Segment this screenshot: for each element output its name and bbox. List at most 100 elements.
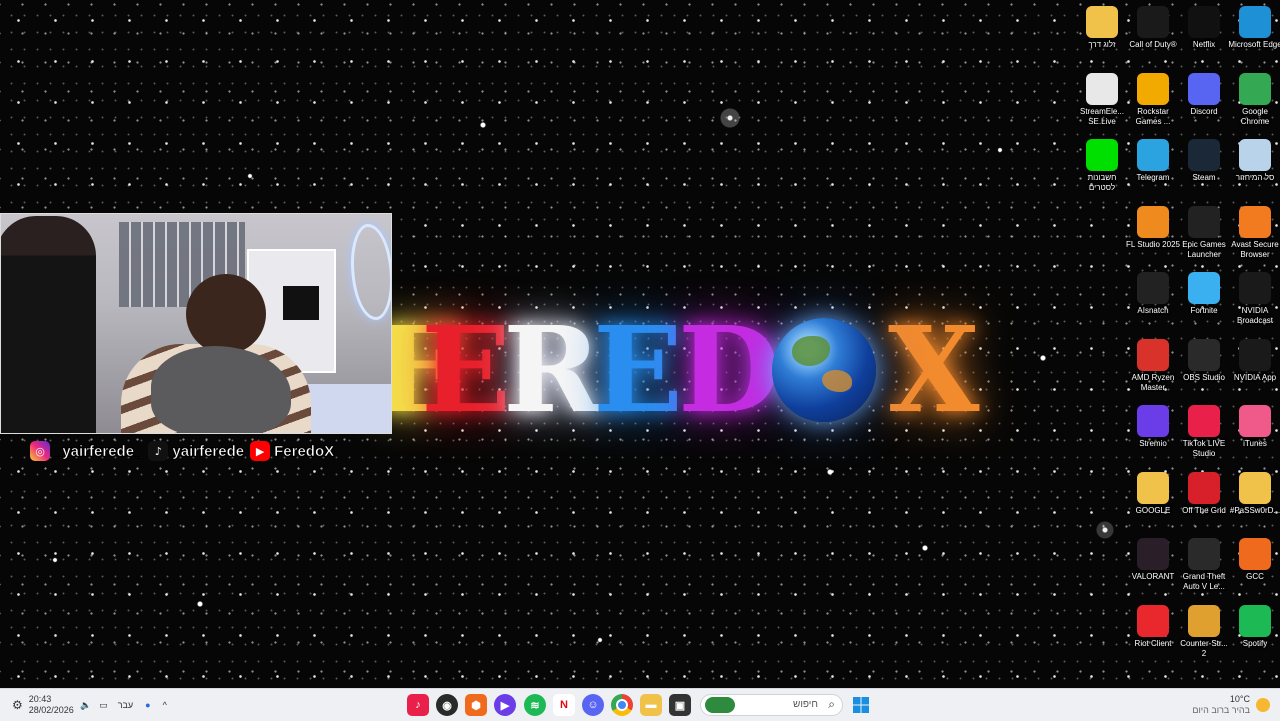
discord-taskbar-button[interactable]: ☺ xyxy=(582,694,604,716)
desktop-icon-label: Epic Games Launcher xyxy=(1182,240,1226,259)
logo-letter-e2: E xyxy=(593,300,683,439)
fl-studio-icon xyxy=(1137,206,1169,238)
desktop-icon-itunes[interactable]: iTunes xyxy=(1228,405,1280,449)
obs-taskbar-button[interactable]: ◉ xyxy=(436,694,458,716)
desktop-icon-fortnite[interactable]: Fortnite xyxy=(1177,272,1231,316)
search-icon: ⌕ xyxy=(828,697,835,711)
desktop-icon-folder[interactable]: זלוג דרך xyxy=(1075,6,1129,50)
off-the-grid-icon xyxy=(1188,472,1220,504)
desktop-icon-gta[interactable]: Grand Theft Auto V Le... xyxy=(1177,538,1231,592)
desktop-icon-obs[interactable]: OBS Studio xyxy=(1177,339,1231,383)
file-explorer-taskbar-button[interactable]: ▬ xyxy=(640,694,662,716)
volume-icon[interactable]: 🔈 xyxy=(80,700,91,711)
streamelements-icon xyxy=(1086,73,1118,105)
desktop-icon-fl-studio[interactable]: FL Studio 2025 xyxy=(1126,206,1180,250)
desktop-icon-label: Microsoft Edge xyxy=(1228,40,1280,49)
chrome-icon xyxy=(1239,73,1271,105)
desktop-icon-label: Call of Duty® xyxy=(1129,40,1177,49)
network-icon[interactable]: ▭ xyxy=(99,700,108,711)
desktop-icon-label: iTunes xyxy=(1243,439,1267,448)
desktop-icon-discord[interactable]: Discord xyxy=(1177,73,1231,117)
desktop-icon-label: NVIDIA Broadcast xyxy=(1236,306,1274,325)
desktop-icon-chrome[interactable]: Google Chrome xyxy=(1228,73,1280,127)
microphone-icon[interactable]: ● xyxy=(145,700,150,710)
desktop-icon-streamelements[interactable]: StreamEle... SE.Live xyxy=(1075,73,1129,127)
desktop-icon-green-file[interactable]: חשבונות לסטרים xyxy=(1075,139,1129,193)
chevron-up-icon[interactable]: ^ xyxy=(163,700,167,710)
clock-area[interactable]: ⚙ 20:43 28/02/2026 xyxy=(12,689,74,721)
valorant-icon xyxy=(1137,538,1169,570)
youtube-icon: ▶ xyxy=(250,441,271,461)
taskbar-search-box[interactable]: חיפוש ⌕ xyxy=(700,694,843,716)
settings-icon[interactable]: ⚙ xyxy=(12,698,23,712)
folder-icon xyxy=(1137,472,1169,504)
desktop-icon-nvidia-broadcast[interactable]: NVIDIA Broadcast xyxy=(1228,272,1280,326)
tiktok-handle: yairferede xyxy=(172,442,245,460)
desktop-icon-label: Counter-Str... 2 xyxy=(1180,639,1228,658)
tiktok-icon: ♪ xyxy=(148,441,169,461)
desktop-icon-nvidia[interactable]: NVIDIA App xyxy=(1228,339,1280,383)
tiktok-live-taskbar-button[interactable]: ♪ xyxy=(407,694,429,716)
avast-icon xyxy=(1239,206,1271,238)
desktop-icon-stremio[interactable]: Stremio xyxy=(1126,405,1180,449)
desktop-icon-label: Avast Secure Browser xyxy=(1231,240,1279,259)
desktop-icon-edge[interactable]: Microsoft Edge xyxy=(1228,6,1280,50)
desktop-icon-aisnatch[interactable]: AIsnatch xyxy=(1126,272,1180,316)
desktop-icon-label: VALORANT xyxy=(1131,572,1175,581)
itunes-icon xyxy=(1239,405,1271,437)
gcc-taskbar-button[interactable]: ⬢ xyxy=(465,694,487,716)
spotify-taskbar-button[interactable]: ≋ xyxy=(524,694,546,716)
desktop-icon-rockstar[interactable]: Rockstar Games ... xyxy=(1126,73,1180,127)
desktop-icon-label: NVIDIA App xyxy=(1233,373,1277,382)
weather-widget[interactable]: 10°C בהיר ברוב היום xyxy=(1192,689,1270,721)
desktop-icon-label: Rockstar Games ... xyxy=(1135,107,1171,126)
riot-icon xyxy=(1137,605,1169,637)
start-button[interactable] xyxy=(850,694,872,716)
netflix-taskbar-button[interactable]: N xyxy=(553,694,575,716)
language-indicator[interactable]: עבר xyxy=(118,700,133,710)
webcam-overlay xyxy=(0,213,392,434)
desktop-icon-label: Discord xyxy=(1190,107,1218,116)
desktop-icon-riot[interactable]: Riot Client xyxy=(1126,605,1180,649)
search-placeholder: חיפוש xyxy=(793,699,818,710)
desktop-icon-label: GOOGLE xyxy=(1135,506,1171,515)
stremio-taskbar-button[interactable]: ▶ xyxy=(494,694,516,716)
search-illustration-icon xyxy=(705,697,735,713)
desktop-icon-gcc[interactable]: GCC xyxy=(1228,538,1280,582)
desktop-icon-label: Spotify xyxy=(1242,639,1268,648)
desktop-icon-valorant[interactable]: VALORANT xyxy=(1126,538,1180,582)
task-view-taskbar-button[interactable]: ▣ xyxy=(669,694,691,716)
obs-icon xyxy=(1188,339,1220,371)
feredox-wallpaper-logo: F E R E D X xyxy=(375,300,993,440)
desktop-icon-off-the-grid[interactable]: Off The Grid xyxy=(1177,472,1231,516)
rockstar-icon xyxy=(1137,73,1169,105)
gta-icon xyxy=(1188,538,1220,570)
chrome-taskbar-button[interactable] xyxy=(611,694,633,716)
tiktok-live-icon xyxy=(1188,405,1220,437)
earth-globe-icon xyxy=(772,318,876,422)
desktop-icon-folder[interactable]: #PaSSw0rD... xyxy=(1228,472,1280,516)
desktop-icon-amd[interactable]: AMD Ryzen Master xyxy=(1126,339,1180,393)
desktop-icon-call-of-duty[interactable]: Call of Duty® xyxy=(1126,6,1180,50)
desktop-icon-counter-strike[interactable]: Counter-Str... 2 xyxy=(1177,605,1231,659)
desktop-icon-epic-games[interactable]: Epic Games Launcher xyxy=(1177,206,1231,260)
desktop[interactable]: F E R E D X ◎ _yairferede_ ♪ yairferede … xyxy=(0,0,1280,688)
windows-logo-icon xyxy=(853,697,869,713)
desktop-icon-spotify[interactable]: Spotify xyxy=(1228,605,1280,649)
desktop-icon-label: AIsnatch xyxy=(1137,306,1169,315)
netflix-icon xyxy=(1188,6,1220,38)
desktop-icon-telegram[interactable]: Telegram xyxy=(1126,139,1180,183)
desktop-icon-tiktok-live[interactable]: TikTok LIVE Studio xyxy=(1177,405,1231,459)
logo-letter-e1: E xyxy=(421,300,511,439)
desktop-icon-label: Google Chrome xyxy=(1240,107,1270,126)
nvidia-broadcast-icon xyxy=(1239,272,1271,304)
logo-letter-r: R xyxy=(503,300,602,439)
desktop-icon-label: GCC xyxy=(1246,572,1264,581)
call-of-duty-icon xyxy=(1137,6,1169,38)
desktop-icon-avast[interactable]: Avast Secure Browser xyxy=(1228,206,1280,260)
desktop-icon-folder[interactable]: GOOGLE xyxy=(1126,472,1180,516)
desktop-icon-recycle-bin[interactable]: סל המיחזור xyxy=(1228,139,1280,183)
aisnatch-icon xyxy=(1137,272,1169,304)
desktop-icon-steam[interactable]: Steam xyxy=(1177,139,1231,183)
desktop-icon-netflix[interactable]: Netflix xyxy=(1177,6,1231,50)
